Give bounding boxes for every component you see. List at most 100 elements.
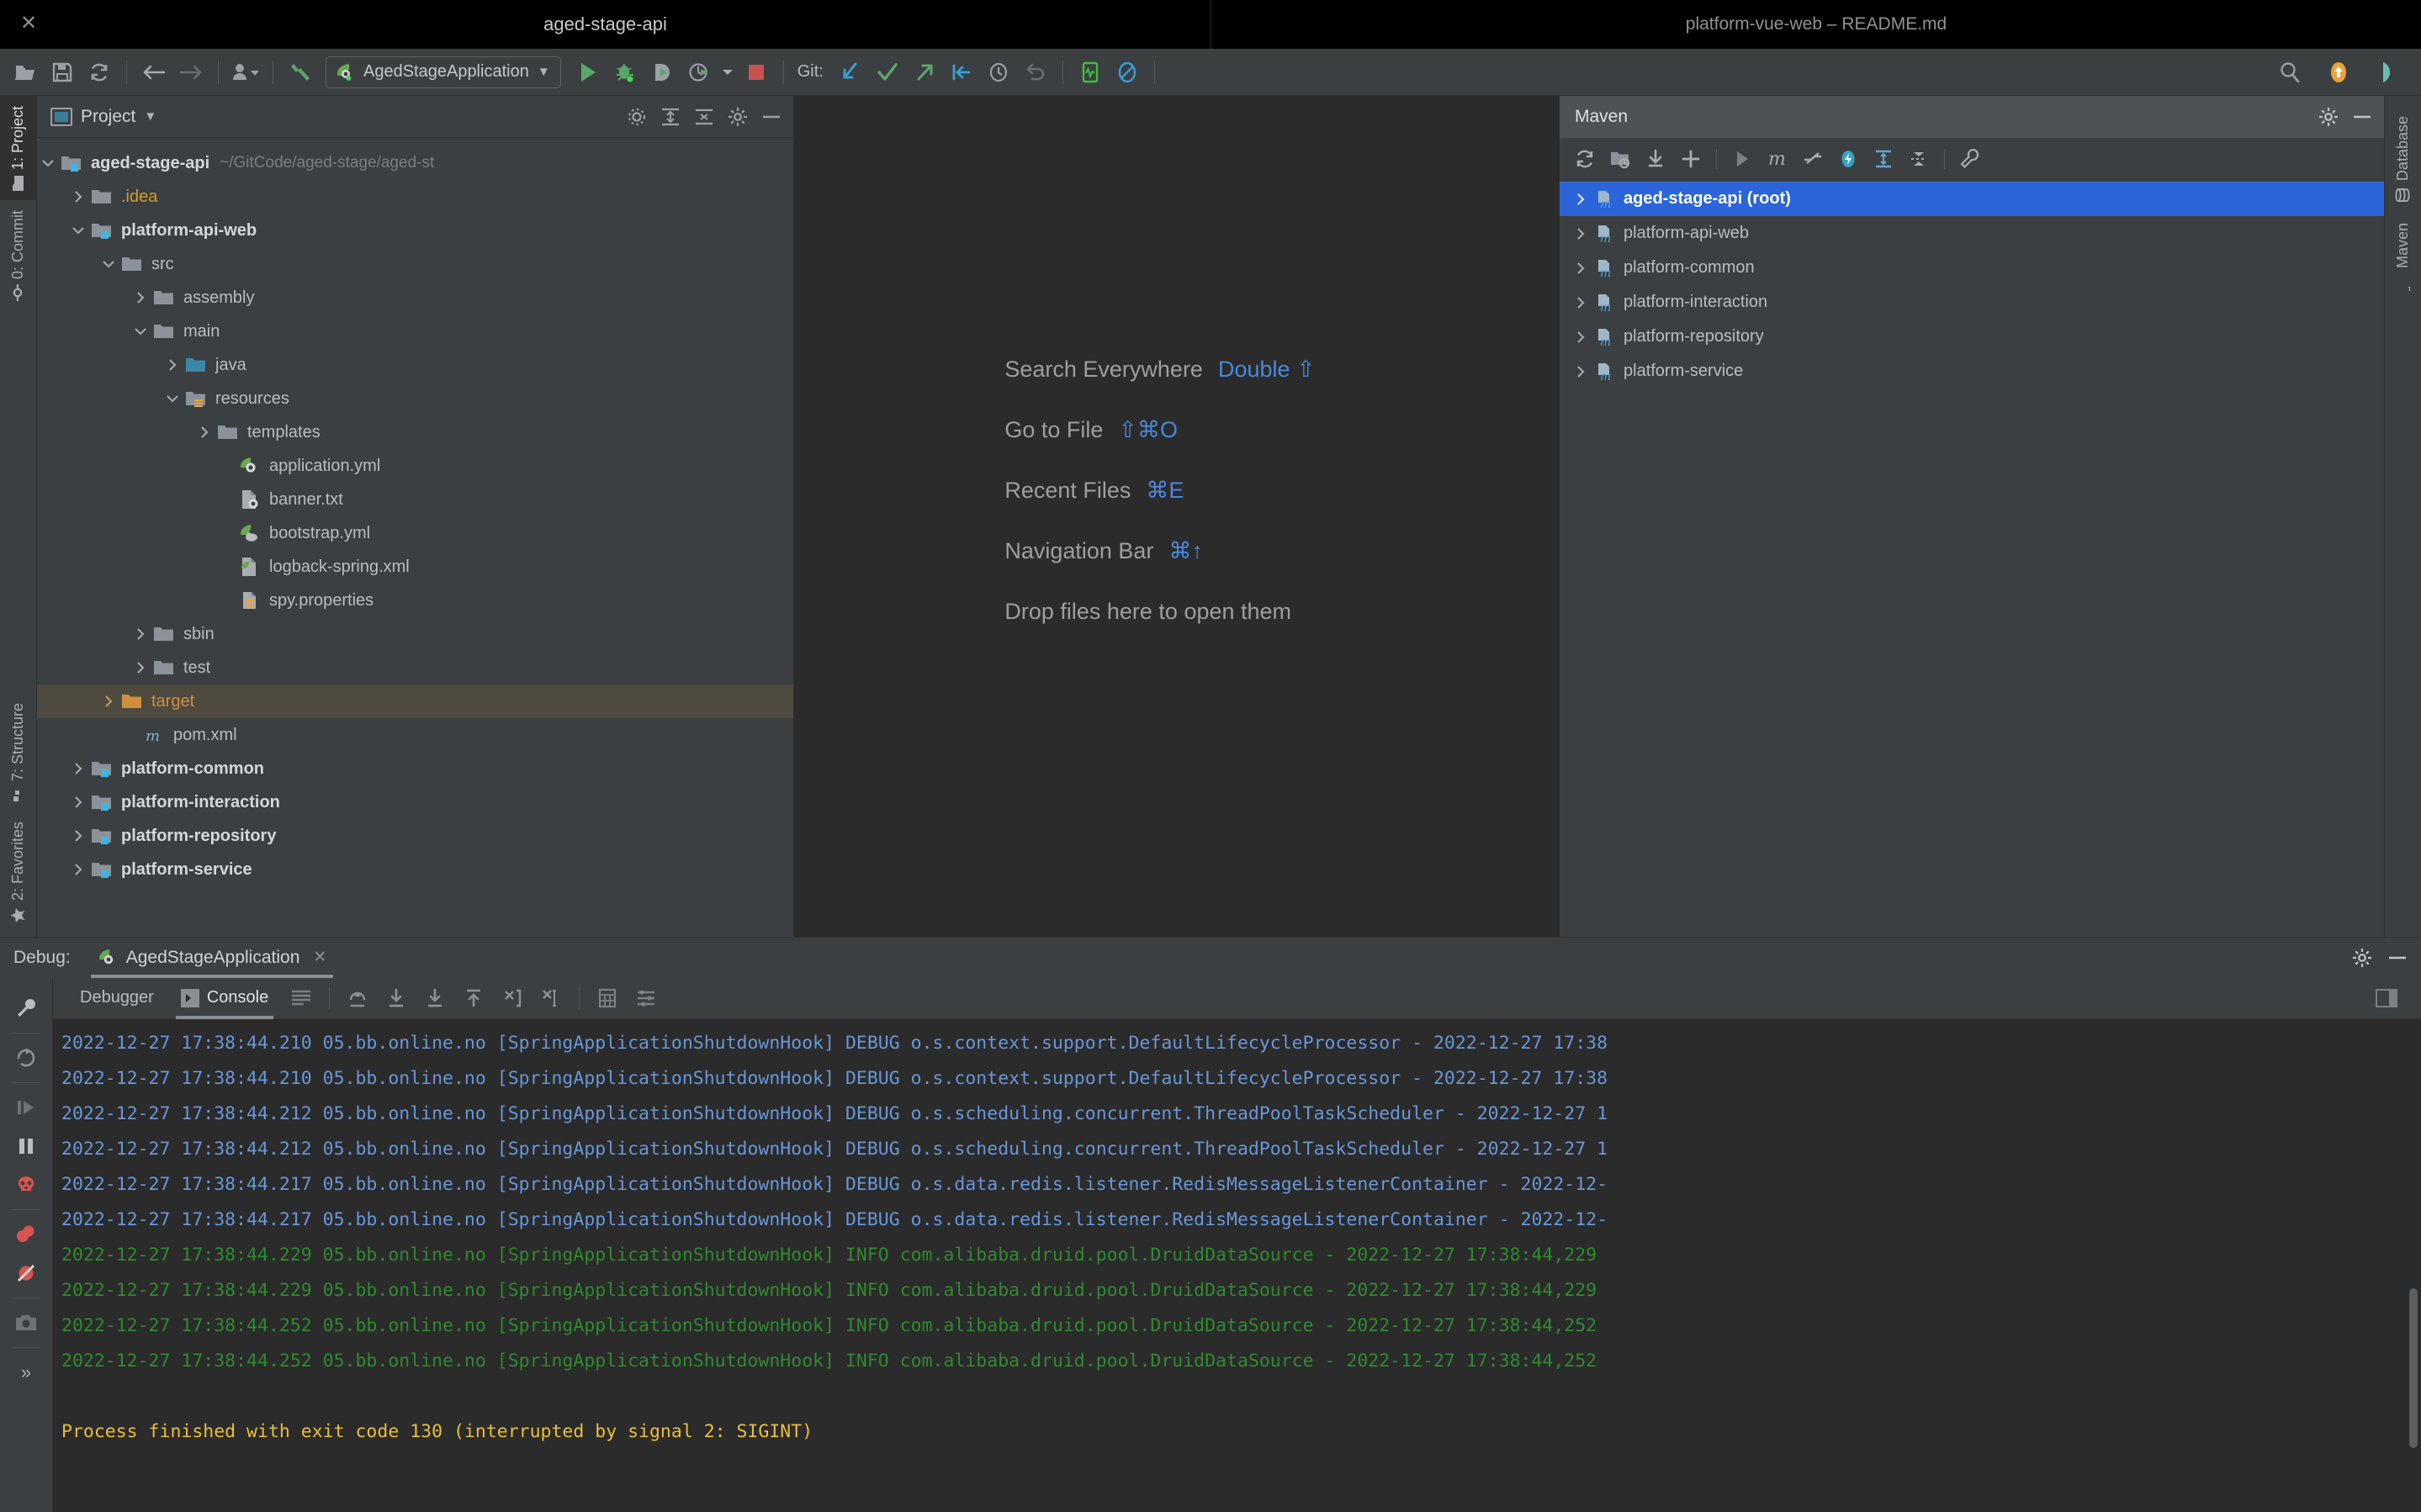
run-configuration-selector[interactable]: AgedStageApplication ▼ [326,56,561,88]
more-actions-icon[interactable]: » [7,1353,45,1392]
drop-frame-icon[interactable] [495,981,530,1016]
chevron-right-icon[interactable] [1570,257,1592,279]
sync-icon[interactable] [81,54,118,91]
settings-list-icon[interactable] [628,981,664,1016]
settings-gear-icon[interactable] [2318,107,2339,127]
forward-arrow-icon[interactable] [172,54,209,91]
chevron-right-icon[interactable] [1570,188,1592,210]
chevron-right-icon[interactable] [130,657,151,679]
maven-project-row[interactable]: m platform-common [1560,251,2384,285]
collapse-all-icon[interactable] [694,108,714,126]
add-maven-project-icon[interactable] [1674,142,1708,176]
tree-row-target[interactable]: target [37,685,793,718]
tree-row[interactable]: platform-service [37,853,793,886]
tab-debugger[interactable]: Debugger [68,977,166,1019]
chevron-right-icon[interactable] [67,758,89,780]
run-icon[interactable] [569,54,607,91]
chevron-down-icon[interactable]: ▼ [144,109,156,124]
close-icon[interactable]: ✕ [19,14,39,34]
tab-console[interactable]: Console [169,977,280,1019]
open-folder-icon[interactable] [7,54,44,91]
maven-settings-icon[interactable] [1953,142,1987,176]
settings-gear-icon[interactable] [627,107,647,127]
build-hammer-icon[interactable] [282,54,319,91]
mute-breakpoints-icon[interactable] [7,1254,45,1293]
pulse-monitor-icon[interactable] [1072,54,1109,91]
git-commit-icon[interactable] [869,54,906,91]
update-available-icon[interactable] [2320,54,2357,91]
stop-icon[interactable] [738,54,775,91]
evaluate-expression-icon[interactable] [590,981,625,1016]
chevron-down-icon[interactable] [37,152,59,174]
tree-row[interactable]: resources [37,382,793,415]
maven-project-row[interactable]: m platform-service [1560,354,2384,389]
chevron-right-icon[interactable] [1570,223,1592,245]
tree-row[interactable]: spy.properties [37,584,793,617]
sidebar-item-project[interactable]: 1: Project [0,96,36,200]
run-to-cursor-icon[interactable] [533,981,569,1016]
tree-row[interactable]: m pom.xml [37,718,793,752]
tree-row[interactable]: platform-common [37,752,793,785]
toggle-offline-mode-icon[interactable] [1831,142,1865,176]
tree-row[interactable]: application.yml [37,449,793,483]
run-coverage-icon[interactable] [644,54,681,91]
chevron-down-icon[interactable] [67,219,89,241]
sidebar-item-favorites[interactable]: 2: Favorites [0,812,36,933]
stop-skull-icon[interactable] [7,1166,45,1204]
collapse-all-icon[interactable] [1902,142,1936,176]
sidebar-item-maven[interactable]: m Maven [2394,213,2412,300]
chevron-right-icon[interactable] [67,186,89,208]
tree-row[interactable]: templates [37,415,793,449]
chevron-right-icon[interactable] [1570,292,1592,314]
tree-row[interactable]: aged-stage-api ~/GitCode/aged-stage/aged… [37,146,793,180]
git-history-icon[interactable] [980,54,1017,91]
profile-icon[interactable] [681,54,718,91]
chevron-right-icon[interactable] [1570,361,1592,383]
settings-gear-icon[interactable] [2352,948,2372,968]
tree-row[interactable]: .idea [37,180,793,214]
pause-program-icon[interactable] [7,1127,45,1166]
tree-row[interactable]: sbin [37,617,793,651]
tree-row[interactable]: banner.txt [37,483,793,516]
ide-feature-icon[interactable] [2369,54,2406,91]
sidebar-item-commit[interactable]: 0: Commit [0,200,36,309]
console-output[interactable]: 2022-12-27 17:38:44.210 05.bb.online.no … [53,1019,2421,1512]
tree-row[interactable]: bootstrap.yml [37,516,793,550]
download-sources-icon[interactable] [1639,142,1672,176]
hide-panel-icon[interactable] [761,114,781,119]
editor-empty-area[interactable]: Search Everywhere Double ⇧ Go to File ⇧⌘… [794,96,1560,937]
maven-project-row[interactable]: m platform-repository [1560,320,2384,354]
soft-wrap-icon[interactable] [2369,981,2404,1016]
tree-row[interactable]: src [37,247,793,281]
tree-row[interactable]: assembly [37,281,793,315]
chevron-down-icon[interactable]: ▼ [538,65,550,79]
back-arrow-icon[interactable] [135,54,172,91]
chevron-right-icon[interactable] [162,354,183,376]
resume-program-icon[interactable] [7,1088,45,1127]
console-scrollbar[interactable] [2409,1288,2418,1448]
chevron-right-icon[interactable] [130,287,151,309]
step-into-icon[interactable] [379,981,414,1016]
debug-session-tab[interactable]: AgedStageApplication ✕ [86,938,339,978]
hide-panel-icon[interactable] [2387,955,2408,960]
tree-row[interactable]: platform-interaction [37,785,793,819]
chevron-right-icon[interactable] [193,421,215,443]
user-dropdown-icon[interactable] [227,54,264,91]
tree-row[interactable]: logback-spring.xml [37,550,793,584]
reload-projects-icon[interactable] [1568,142,1602,176]
tree-row[interactable]: java [37,348,793,382]
chevron-down-icon[interactable] [130,320,151,342]
search-icon[interactable] [2271,54,2308,91]
tree-row[interactable]: platform-repository [37,819,793,853]
tree-row[interactable]: test [37,651,793,685]
view-breakpoints-icon[interactable] [7,1215,45,1254]
step-out-icon[interactable] [456,981,491,1016]
chevron-down-icon[interactable] [162,388,183,410]
sidebar-item-structure[interactable]: 7: Structure [0,693,36,812]
run-maven-goal-icon[interactable] [1725,142,1759,176]
camera-snapshot-icon[interactable] [7,1303,45,1342]
debug-icon[interactable] [607,54,644,91]
git-rollback-icon[interactable] [1017,54,1054,91]
expand-all-icon[interactable] [660,108,681,126]
git-push-icon[interactable] [906,54,943,91]
